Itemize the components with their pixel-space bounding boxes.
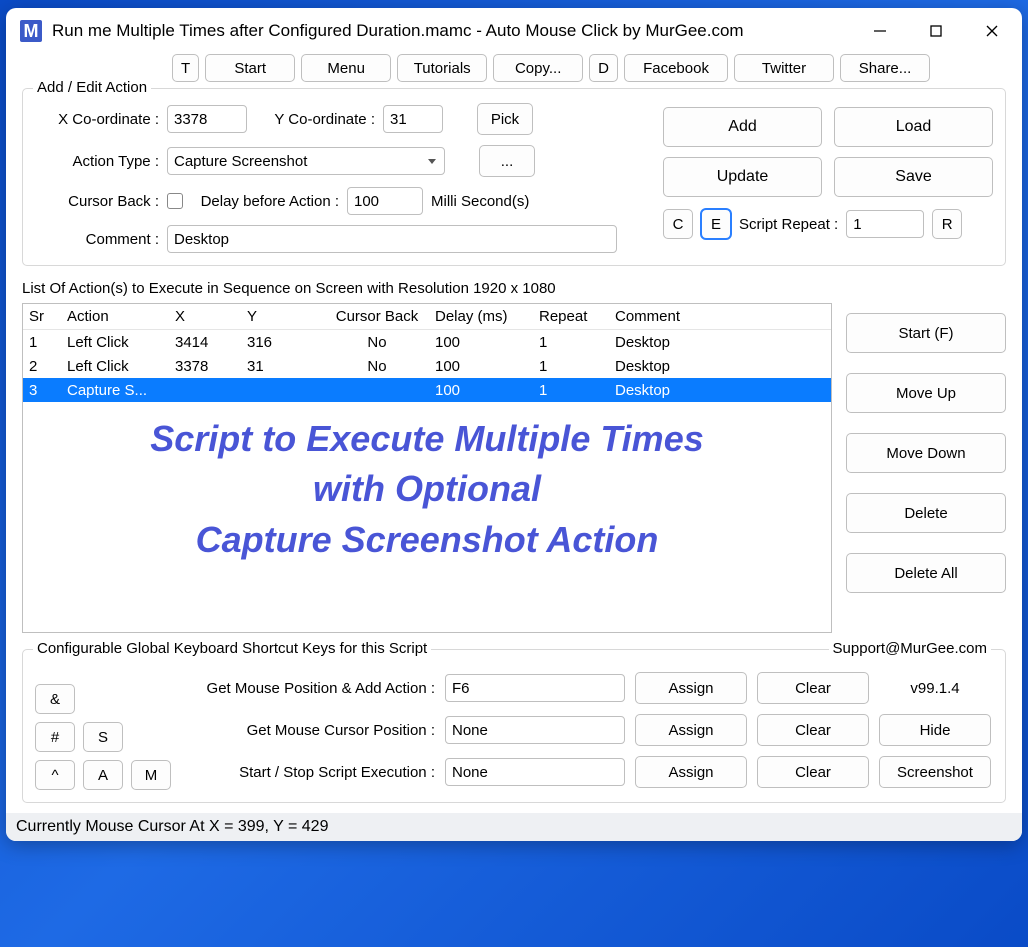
action-type-more-button[interactable]: ... bbox=[479, 145, 535, 177]
overlay-line1: Script to Execute Multiple Times bbox=[23, 414, 831, 464]
add-edit-group: Add / Edit Action X Co-ordinate : Y Co-o… bbox=[22, 88, 1006, 266]
add-edit-label: Add / Edit Action bbox=[33, 79, 151, 96]
table-row[interactable]: 3Capture S...1001Desktop bbox=[23, 378, 831, 402]
caret-button[interactable]: ^ bbox=[35, 760, 75, 790]
shortcut2-input[interactable] bbox=[445, 716, 625, 744]
share-button[interactable]: Share... bbox=[840, 54, 930, 82]
x-coord-label: X Co-ordinate : bbox=[35, 111, 159, 128]
overlay-caption: Script to Execute Multiple Times with Op… bbox=[23, 414, 831, 565]
actions-table[interactable]: Sr Action X Y Cursor Back Delay (ms) Rep… bbox=[22, 303, 832, 633]
col-cursor-back: Cursor Back bbox=[323, 308, 431, 325]
action-type-label: Action Type : bbox=[35, 153, 159, 170]
menu-button[interactable]: Menu bbox=[301, 54, 391, 82]
maximize-button[interactable] bbox=[908, 11, 964, 51]
clear1-button[interactable]: Clear bbox=[757, 672, 869, 704]
assign1-button[interactable]: Assign bbox=[635, 672, 747, 704]
amp-button[interactable]: & bbox=[35, 684, 75, 714]
s-button[interactable]: S bbox=[83, 722, 123, 752]
pick-button[interactable]: Pick bbox=[477, 103, 533, 135]
delete-all-button[interactable]: Delete All bbox=[846, 553, 1006, 593]
delay-unit-label: Milli Second(s) bbox=[431, 193, 529, 210]
clear2-button[interactable]: Clear bbox=[757, 714, 869, 746]
close-button[interactable] bbox=[964, 11, 1020, 51]
shortcut2-label: Get Mouse Cursor Position : bbox=[155, 722, 435, 739]
assign3-button[interactable]: Assign bbox=[635, 756, 747, 788]
col-y: Y bbox=[243, 308, 323, 325]
t-button[interactable]: T bbox=[172, 54, 199, 82]
y-coord-label: Y Co-ordinate : bbox=[255, 111, 375, 128]
minimize-button[interactable] bbox=[852, 11, 908, 51]
delay-input[interactable] bbox=[347, 187, 423, 215]
version-label: v99.1.4 bbox=[879, 680, 991, 697]
clear3-button[interactable]: Clear bbox=[757, 756, 869, 788]
x-coord-input[interactable] bbox=[167, 105, 247, 133]
col-repeat: Repeat bbox=[535, 308, 611, 325]
facebook-button[interactable]: Facebook bbox=[624, 54, 728, 82]
load-button[interactable]: Load bbox=[834, 107, 993, 147]
script-repeat-label: Script Repeat : bbox=[739, 216, 838, 233]
save-button[interactable]: Save bbox=[834, 157, 993, 197]
move-down-button[interactable]: Move Down bbox=[846, 433, 1006, 473]
table-row[interactable]: 2Left Click337831No1001Desktop bbox=[23, 354, 831, 378]
e-button[interactable]: E bbox=[701, 209, 731, 239]
hash-button[interactable]: # bbox=[35, 722, 75, 752]
list-label: List Of Action(s) to Execute in Sequence… bbox=[22, 280, 1006, 297]
shortcuts-group: Configurable Global Keyboard Shortcut Ke… bbox=[22, 649, 1006, 803]
col-x: X bbox=[171, 308, 243, 325]
shortcuts-group-label: Configurable Global Keyboard Shortcut Ke… bbox=[33, 640, 431, 657]
assign2-button[interactable]: Assign bbox=[635, 714, 747, 746]
a-button[interactable]: A bbox=[83, 760, 123, 790]
status-bar: Currently Mouse Cursor At X = 399, Y = 4… bbox=[6, 813, 1022, 841]
app-icon: M bbox=[20, 20, 42, 42]
shortcut1-input[interactable] bbox=[445, 674, 625, 702]
update-button[interactable]: Update bbox=[663, 157, 822, 197]
m-button[interactable]: M bbox=[131, 760, 171, 790]
move-up-button[interactable]: Move Up bbox=[846, 373, 1006, 413]
c-button[interactable]: C bbox=[663, 209, 693, 239]
window-title: Run me Multiple Times after Configured D… bbox=[52, 21, 852, 41]
start-f-button[interactable]: Start (F) bbox=[846, 313, 1006, 353]
shortcut3-label: Start / Stop Script Execution : bbox=[155, 764, 435, 781]
app-window: M Run me Multiple Times after Configured… bbox=[6, 8, 1022, 841]
cursor-back-checkbox[interactable] bbox=[167, 193, 183, 209]
copy-button[interactable]: Copy... bbox=[493, 54, 583, 82]
col-delay: Delay (ms) bbox=[431, 308, 535, 325]
table-header: Sr Action X Y Cursor Back Delay (ms) Rep… bbox=[23, 304, 831, 330]
comment-input[interactable] bbox=[167, 225, 617, 253]
twitter-button[interactable]: Twitter bbox=[734, 54, 834, 82]
support-email: Support@MurGee.com bbox=[829, 640, 991, 657]
col-sr: Sr bbox=[23, 308, 63, 325]
action-type-select[interactable]: Capture Screenshot bbox=[167, 147, 445, 175]
col-comment: Comment bbox=[611, 308, 831, 325]
add-button[interactable]: Add bbox=[663, 107, 822, 147]
y-coord-input[interactable] bbox=[383, 105, 443, 133]
tutorials-button[interactable]: Tutorials bbox=[397, 54, 487, 82]
comment-label: Comment : bbox=[35, 231, 159, 248]
cursor-back-label: Cursor Back : bbox=[35, 193, 159, 210]
d-button[interactable]: D bbox=[589, 54, 618, 82]
start-button-top[interactable]: Start bbox=[205, 54, 295, 82]
r-button[interactable]: R bbox=[932, 209, 962, 239]
script-repeat-input[interactable] bbox=[846, 210, 924, 238]
col-action: Action bbox=[63, 308, 171, 325]
delay-label: Delay before Action : bbox=[191, 193, 339, 210]
shortcut3-input[interactable] bbox=[445, 758, 625, 786]
delete-button[interactable]: Delete bbox=[846, 493, 1006, 533]
hide-button[interactable]: Hide bbox=[879, 714, 991, 746]
table-row[interactable]: 1Left Click3414316No1001Desktop bbox=[23, 330, 831, 354]
tiny-button-grid: & # S ^ A M bbox=[35, 684, 171, 790]
titlebar: M Run me Multiple Times after Configured… bbox=[6, 8, 1022, 54]
shortcut1-label: Get Mouse Position & Add Action : bbox=[155, 680, 435, 697]
screenshot-button[interactable]: Screenshot bbox=[879, 756, 991, 788]
top-toolbar: T Start Menu Tutorials Copy... D Faceboo… bbox=[172, 54, 1006, 82]
list-side-buttons: Start (F) Move Up Move Down Delete Delet… bbox=[846, 303, 1006, 633]
overlay-line2: with Optional bbox=[23, 464, 831, 514]
overlay-line3: Capture Screenshot Action bbox=[23, 515, 831, 565]
